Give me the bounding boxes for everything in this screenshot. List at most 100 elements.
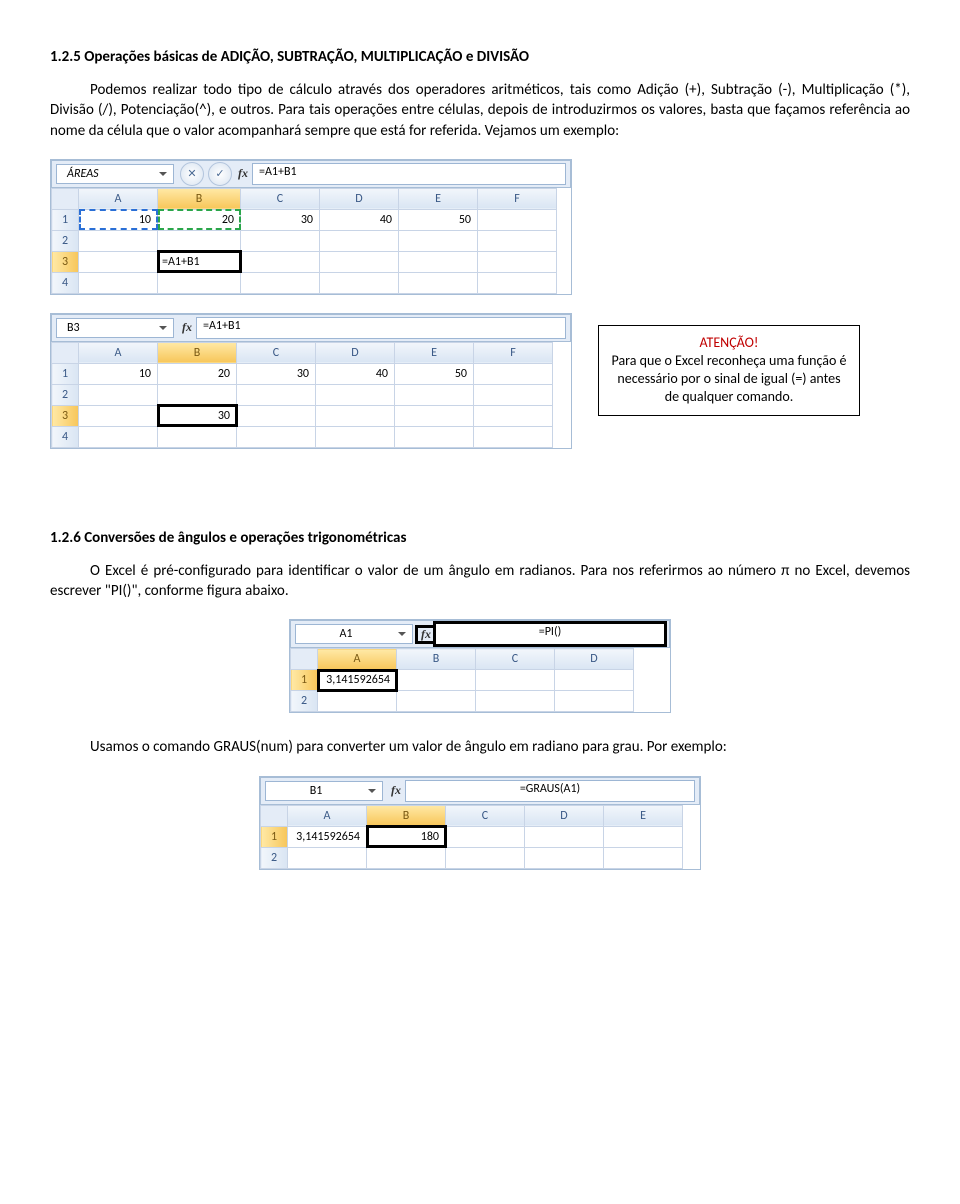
cell[interactable] bbox=[555, 670, 634, 691]
cell[interactable] bbox=[474, 363, 553, 384]
cell[interactable] bbox=[555, 691, 634, 712]
col-header[interactable]: C bbox=[446, 805, 525, 826]
spreadsheet-grid[interactable]: A B C D E 1 3,141592654 180 2 bbox=[260, 805, 683, 869]
col-header[interactable]: C bbox=[237, 342, 316, 363]
cell[interactable] bbox=[237, 405, 316, 426]
cell[interactable] bbox=[158, 384, 237, 405]
cell[interactable] bbox=[446, 847, 525, 868]
select-all-corner[interactable] bbox=[52, 342, 79, 363]
cell[interactable]: 20 bbox=[158, 363, 237, 384]
col-header[interactable]: E bbox=[604, 805, 683, 826]
fx-icon[interactable]: fx bbox=[234, 166, 252, 181]
cell[interactable]: 20 bbox=[158, 209, 241, 230]
cell[interactable] bbox=[478, 272, 557, 293]
cell[interactable] bbox=[397, 670, 476, 691]
row-header[interactable]: 4 bbox=[52, 272, 79, 293]
col-header[interactable]: E bbox=[399, 188, 478, 209]
col-header[interactable]: A bbox=[79, 342, 158, 363]
col-header[interactable]: E bbox=[395, 342, 474, 363]
cell[interactable] bbox=[474, 405, 553, 426]
row-header[interactable]: 2 bbox=[52, 230, 79, 251]
formula-input[interactable]: =GRAUS(A1) bbox=[405, 780, 695, 802]
enter-icon[interactable]: ✓ bbox=[208, 162, 232, 186]
cell[interactable] bbox=[320, 251, 399, 272]
select-all-corner[interactable] bbox=[261, 805, 288, 826]
cell[interactable] bbox=[320, 272, 399, 293]
select-all-corner[interactable] bbox=[52, 188, 79, 209]
cell[interactable] bbox=[79, 384, 158, 405]
cell[interactable] bbox=[604, 826, 683, 847]
cell[interactable] bbox=[316, 405, 395, 426]
cell[interactable]: 40 bbox=[316, 363, 395, 384]
cell[interactable] bbox=[399, 230, 478, 251]
cell[interactable]: 50 bbox=[399, 209, 478, 230]
cell[interactable] bbox=[478, 209, 557, 230]
name-box[interactable]: ÁREAS bbox=[56, 164, 174, 184]
formula-input[interactable]: =PI() bbox=[435, 623, 665, 645]
cell[interactable] bbox=[316, 426, 395, 447]
name-box[interactable]: A1 bbox=[295, 624, 413, 644]
cell[interactable] bbox=[158, 272, 241, 293]
col-header[interactable]: C bbox=[476, 649, 555, 670]
cell[interactable]: 40 bbox=[320, 209, 399, 230]
cell[interactable] bbox=[395, 384, 474, 405]
formula-input[interactable]: =A1+B1 bbox=[252, 163, 566, 185]
cell[interactable]: 50 bbox=[395, 363, 474, 384]
col-header[interactable]: B bbox=[158, 188, 241, 209]
cell[interactable] bbox=[320, 230, 399, 251]
cell[interactable] bbox=[79, 251, 158, 272]
cell[interactable] bbox=[79, 405, 158, 426]
fx-icon[interactable]: fx bbox=[178, 320, 196, 335]
cell[interactable] bbox=[476, 691, 555, 712]
cell[interactable] bbox=[446, 826, 525, 847]
cell[interactable]: 10 bbox=[79, 363, 158, 384]
row-header[interactable]: 2 bbox=[261, 847, 288, 868]
cancel-icon[interactable]: ✕ bbox=[180, 162, 204, 186]
col-header[interactable]: C bbox=[241, 188, 320, 209]
cell[interactable] bbox=[79, 426, 158, 447]
col-header[interactable]: B bbox=[397, 649, 476, 670]
row-header[interactable]: 1 bbox=[291, 670, 318, 691]
col-header[interactable]: D bbox=[555, 649, 634, 670]
col-header[interactable]: A bbox=[79, 188, 158, 209]
row-header[interactable]: 1 bbox=[261, 826, 288, 847]
cell[interactable] bbox=[604, 847, 683, 868]
col-header[interactable]: B bbox=[367, 805, 446, 826]
col-header[interactable]: D bbox=[316, 342, 395, 363]
cell[interactable] bbox=[288, 847, 367, 868]
row-header[interactable]: 3 bbox=[52, 405, 79, 426]
row-header[interactable]: 2 bbox=[52, 384, 79, 405]
cell[interactable] bbox=[79, 230, 158, 251]
cell[interactable] bbox=[525, 826, 604, 847]
col-header[interactable]: A bbox=[318, 649, 397, 670]
col-header[interactable]: D bbox=[525, 805, 604, 826]
cell[interactable] bbox=[399, 251, 478, 272]
active-cell[interactable]: =A1+B1 bbox=[158, 251, 241, 272]
cell[interactable] bbox=[318, 691, 397, 712]
cell[interactable] bbox=[395, 405, 474, 426]
cell[interactable]: 30 bbox=[241, 209, 320, 230]
cell[interactable] bbox=[474, 384, 553, 405]
cell[interactable] bbox=[316, 384, 395, 405]
cell[interactable] bbox=[79, 272, 158, 293]
cell[interactable] bbox=[397, 691, 476, 712]
name-box[interactable]: B1 bbox=[265, 781, 383, 801]
active-cell[interactable]: 30 bbox=[158, 405, 237, 426]
row-header[interactable]: 1 bbox=[52, 363, 79, 384]
cell[interactable] bbox=[474, 426, 553, 447]
col-header[interactable]: D bbox=[320, 188, 399, 209]
cell[interactable] bbox=[158, 230, 241, 251]
cell[interactable] bbox=[241, 251, 320, 272]
row-header[interactable]: 3 bbox=[52, 251, 79, 272]
cell[interactable] bbox=[476, 670, 555, 691]
row-header[interactable]: 1 bbox=[52, 209, 79, 230]
formula-input[interactable]: =A1+B1 bbox=[196, 317, 566, 339]
cell[interactable] bbox=[395, 426, 474, 447]
name-box[interactable]: B3 bbox=[56, 318, 174, 338]
cell[interactable] bbox=[158, 426, 237, 447]
fx-icon[interactable]: fx bbox=[417, 627, 435, 642]
col-header[interactable]: B bbox=[158, 342, 237, 363]
cell[interactable] bbox=[241, 230, 320, 251]
row-header[interactable]: 2 bbox=[291, 691, 318, 712]
col-header[interactable]: F bbox=[474, 342, 553, 363]
